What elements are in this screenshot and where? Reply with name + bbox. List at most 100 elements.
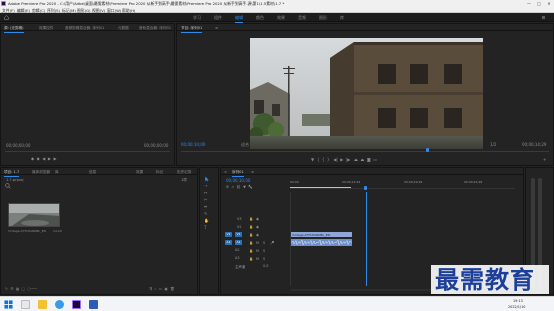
workspace-tab-graphics[interactable]: 图形 (319, 15, 327, 21)
program-panel-menu-icon[interactable]: ≡ (215, 26, 218, 30)
tab-media-browser[interactable]: 媒体浏览器 (32, 170, 50, 175)
nest-icon[interactable]: ⊞ (226, 185, 229, 189)
icon-view-icon[interactable]: ▦ (16, 287, 19, 291)
program-time-ruler[interactable] (181, 151, 549, 152)
tab-effects[interactable]: 效果 (136, 170, 143, 175)
audio-clip-a1[interactable] (291, 239, 352, 246)
step-forward-icon[interactable]: |▶ (346, 157, 350, 162)
master-volume-value[interactable]: 0.0 (263, 264, 268, 268)
mic-icon[interactable]: 🎤 (270, 241, 274, 245)
mute-button[interactable]: M (256, 241, 259, 245)
mark-out-icon[interactable]: ◆ (37, 156, 40, 161)
list-view-icon[interactable]: ☰ (10, 287, 13, 291)
find-icon[interactable]: ⌕ (154, 287, 156, 291)
solo-button[interactable]: S (263, 249, 265, 253)
work-area-bar[interactable] (290, 187, 351, 188)
mute-button[interactable]: M (256, 257, 259, 261)
taskbar-browser-icon[interactable] (55, 300, 64, 309)
play-icon[interactable]: ▶ (340, 157, 343, 162)
close-button[interactable]: ✕ (544, 0, 554, 7)
ripple-edit-tool-icon[interactable]: ↔ (204, 191, 207, 195)
mute-button[interactable]: M (256, 249, 259, 253)
timeline-ruler[interactable]: 00;00 00;00;14;29 00;00;29;29 00;00;44;2… (290, 175, 515, 189)
workspace-tab-color[interactable]: 颜色 (256, 15, 264, 21)
home-icon[interactable] (4, 15, 9, 20)
new-item-icon[interactable]: ▣ (164, 287, 167, 291)
track-select-tool-icon[interactable]: ⇢ (204, 184, 207, 188)
go-to-out-icon[interactable]: } (327, 157, 330, 162)
solo-button[interactable]: S (263, 257, 265, 261)
step-back-icon[interactable]: ◀ (42, 156, 45, 161)
lock-icon[interactable]: 🔒 (249, 225, 253, 229)
mark-out-icon[interactable]: | (318, 157, 319, 162)
lock-icon[interactable]: 🔒 (249, 249, 253, 253)
zoom-slider[interactable]: ○─── (27, 287, 37, 291)
extract-icon[interactable]: ⏏ (360, 157, 364, 162)
workspace-tab-audio[interactable]: 音频 (298, 15, 306, 21)
lock-icon[interactable]: 🔒 (249, 233, 253, 237)
go-to-in-icon[interactable]: { (322, 157, 325, 162)
tab-project[interactable]: 项目: 1.7 (4, 170, 20, 177)
solo-button[interactable]: S (263, 241, 265, 245)
timeline-settings-icon[interactable]: 🔧 (248, 185, 252, 189)
razor-tool-icon[interactable]: ✂ (204, 198, 207, 202)
add-button-icon[interactable]: + (543, 158, 546, 162)
source-timecode-current[interactable]: 00;00;00;00 (6, 143, 30, 148)
eye-icon[interactable]: ◉ (256, 233, 259, 237)
workspace-tab-libraries[interactable]: 库 (340, 15, 344, 21)
mark-in-icon[interactable]: ◆ (31, 156, 34, 161)
type-tool-icon[interactable]: T (204, 226, 206, 230)
tab-info[interactable]: 信息 (89, 170, 96, 175)
timeline-playhead-handle[interactable] (364, 186, 367, 190)
minimize-button[interactable]: — (524, 0, 534, 7)
taskbar-word-icon[interactable] (89, 300, 98, 309)
tab-audio-track-mixer[interactable]: 音轨混合器: 序列01 (139, 26, 171, 31)
tab-history[interactable]: 历史记录 (177, 170, 191, 175)
freeform-view-icon[interactable]: ▢ (22, 287, 25, 291)
workspace-tab-effects[interactable]: 效果 (277, 15, 285, 21)
tab-markers[interactable]: 标记 (156, 170, 163, 175)
lock-icon[interactable]: 🔒 (249, 217, 253, 221)
program-fit-dropdown[interactable]: 适合 (241, 142, 249, 148)
timeline-timecode[interactable]: 00;00;10;00 (226, 178, 250, 183)
windows-start-icon[interactable] (4, 300, 13, 309)
lift-icon[interactable]: ⏏ (354, 157, 358, 162)
play-icon[interactable]: ▶ (48, 156, 51, 161)
source-patch-v1[interactable]: V1 (225, 232, 232, 237)
pen-tool-icon[interactable]: ✎ (204, 212, 207, 216)
new-bin-icon[interactable]: ▭ (159, 287, 162, 291)
program-timecode-current[interactable]: 00;00;10;00 (181, 142, 205, 147)
track-target-a1[interactable]: A1 (235, 240, 242, 245)
timeline-menu-icon[interactable]: ≡ (251, 170, 254, 174)
snap-icon[interactable]: ∩ (231, 185, 234, 189)
program-quality-dropdown[interactable]: 1/2 (490, 142, 496, 147)
clip-name[interactable]: Vintage-ATTCHANNEL_EN (8, 229, 46, 233)
taskbar-search-icon[interactable] (21, 300, 30, 309)
taskbar-time[interactable]: 19:13 (513, 299, 523, 303)
tab-source[interactable]: 源: (无剪辑) (4, 26, 24, 33)
track-target-v1[interactable]: V1 (235, 232, 242, 237)
workspace-tab-editing[interactable]: 编辑 (235, 15, 243, 23)
video-clip-v1[interactable]: Vintage-ATTCHANNEL_EN (291, 232, 352, 237)
tab-libraries[interactable]: 库 (55, 170, 59, 175)
mark-in-icon[interactable]: ▼ (311, 157, 314, 162)
hand-tool-icon[interactable]: ✋ (204, 219, 209, 223)
taskbar-file-explorer-icon[interactable] (38, 300, 47, 309)
search-icon[interactable] (5, 183, 11, 189)
program-video-frame[interactable] (250, 38, 483, 149)
automate-icon[interactable]: ⇶ (149, 287, 152, 291)
step-back-icon[interactable]: ◀| (333, 157, 337, 162)
clear-icon[interactable]: 🗑 (170, 287, 175, 291)
tab-effect-controls[interactable]: 效果控件 (39, 26, 53, 31)
lock-icon[interactable]: 🔒 (249, 241, 253, 245)
maximize-button[interactable]: □ (534, 0, 544, 7)
eye-icon[interactable]: ◉ (256, 225, 259, 229)
source-time-ruler[interactable] (5, 151, 170, 152)
workspace-menu-icon[interactable] (541, 15, 546, 20)
add-marker-icon[interactable]: ▼ (243, 185, 246, 189)
export-frame-icon[interactable]: ◙ (367, 157, 371, 162)
tab-metadata[interactable]: 元数据 (118, 26, 129, 31)
eye-icon[interactable]: ◉ (256, 217, 259, 221)
selection-tool-icon[interactable] (204, 176, 210, 182)
tab-sequence[interactable]: 序列01 (232, 170, 244, 177)
